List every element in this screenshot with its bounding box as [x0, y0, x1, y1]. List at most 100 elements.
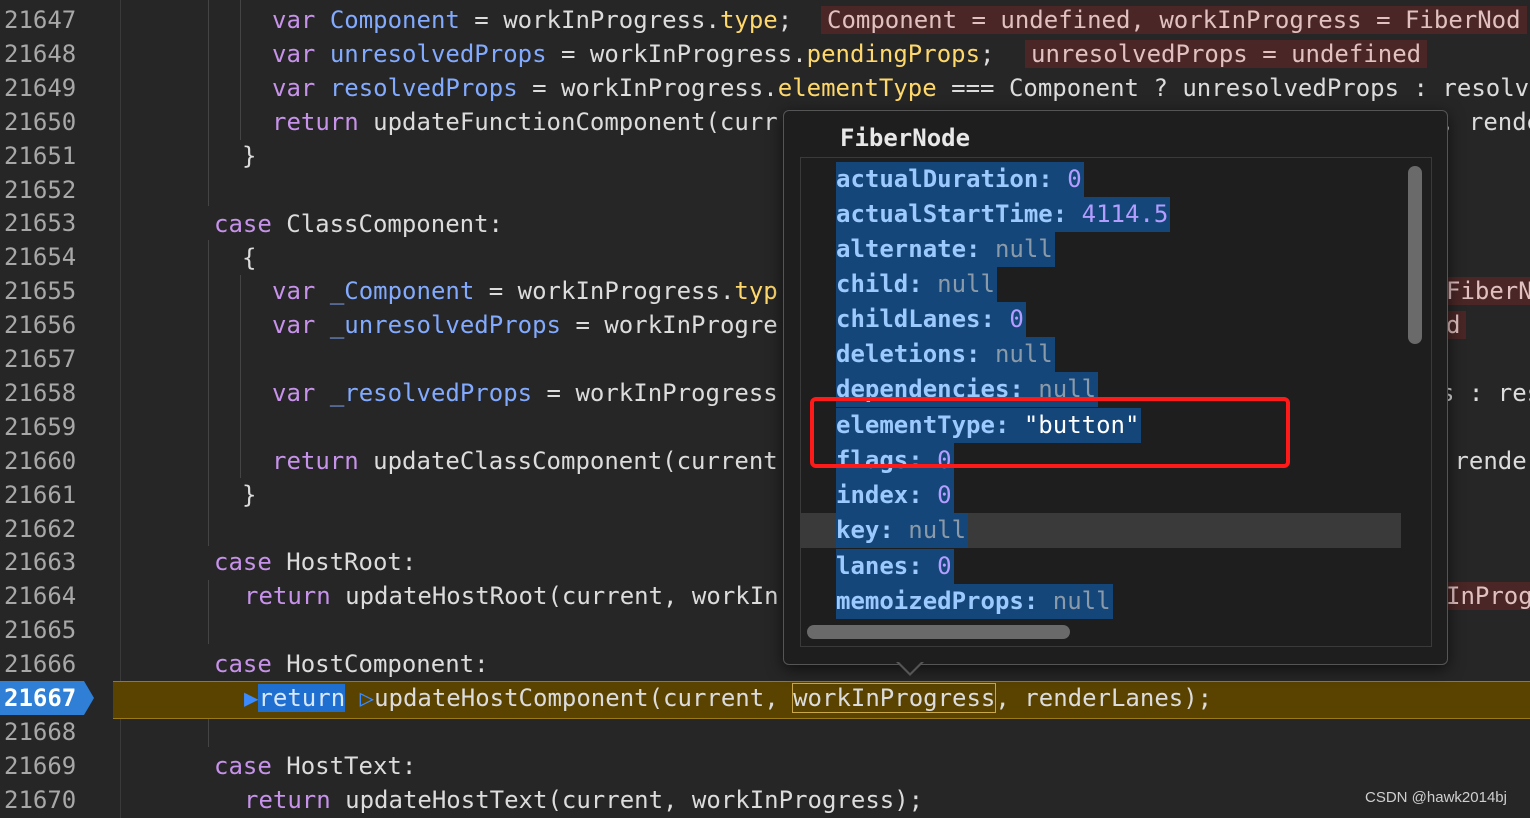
code-line-21650: return updateFunctionComponent(curr: [272, 105, 778, 139]
property-value: 0: [1009, 305, 1024, 333]
code-line-21669: case HostText:: [214, 749, 416, 783]
horizontal-scrollbar[interactable]: [807, 625, 1070, 639]
popup-title: FiberNode: [840, 124, 971, 152]
line-number[interactable]: 21666: [0, 647, 86, 681]
code-text: updateHostText(current, workInProgress);: [330, 786, 924, 814]
identifier: unresolvedProps: [329, 40, 547, 68]
line-number[interactable]: 21652: [0, 173, 86, 207]
property-row-memoizedProps[interactable]: memoizedProps: null: [801, 584, 1401, 619]
property-key: childLanes: [836, 305, 981, 333]
property-value: null: [937, 270, 995, 298]
line-number[interactable]: 21658: [0, 376, 86, 410]
inline-value-21647: Component = undefined, workInProgress = …: [821, 3, 1527, 37]
line-number[interactable]: 21647: [0, 3, 86, 37]
property-separator: :: [908, 270, 938, 298]
line-number[interactable]: 21664: [0, 579, 86, 613]
property-row-childLanes[interactable]: childLanes: 0: [801, 302, 1401, 337]
property-value: 0: [937, 481, 952, 509]
indent-guide: [208, 717, 209, 747]
line-number[interactable]: 21653: [0, 206, 86, 240]
property-key: lanes: [836, 552, 909, 580]
property-text: child: null: [836, 267, 997, 302]
keyword: case: [214, 650, 272, 678]
code-text: updateFunctionComponent(curr: [358, 108, 778, 136]
property-row-lanes[interactable]: lanes: 0: [801, 549, 1401, 584]
line-number[interactable]: 21668: [0, 715, 86, 749]
line-number[interactable]: 21660: [0, 444, 86, 478]
code-text: = workInProgress.: [546, 40, 807, 68]
watermark: CSDN @hawk2014bj: [1365, 789, 1507, 806]
line-number[interactable]: 21665: [0, 613, 86, 647]
property-key: key: [836, 516, 880, 544]
property-key: alternate: [836, 235, 967, 263]
code-text: HostRoot:: [271, 548, 417, 576]
property-key: actualDuration: [836, 165, 1039, 193]
code-text: {: [242, 244, 257, 272]
property-separator: :: [1023, 587, 1053, 615]
line-number[interactable]: 21669: [0, 749, 86, 783]
indent-guide: [240, 0, 241, 140]
property-row-key[interactable]: key: null: [801, 513, 1401, 548]
property-text: actualStartTime: 4114.5: [836, 197, 1171, 232]
indent-guide: [208, 240, 209, 546]
inline-value: Component = undefined, workInProgress = …: [821, 6, 1527, 34]
property-value: 0: [1067, 165, 1082, 193]
keyword: case: [214, 548, 272, 576]
code-text: HostComponent:: [271, 650, 489, 678]
code-text: = workInProgress: [532, 379, 778, 407]
code-text: render: [1454, 447, 1530, 475]
line-number[interactable]: 21659: [0, 410, 86, 444]
property-text: deletions: null: [836, 337, 1055, 372]
line-number[interactable]: 21649: [0, 71, 86, 105]
line-number[interactable]: 21654: [0, 240, 86, 274]
hovered-expression[interactable]: workInProgress: [792, 683, 997, 713]
line-number[interactable]: 21663: [0, 545, 86, 579]
keyword: return: [272, 447, 359, 475]
indent-guide: [208, 0, 209, 206]
property-row-alternate[interactable]: alternate: null: [801, 232, 1401, 267]
property-value: null: [994, 340, 1053, 368]
property-key: deletions: [836, 340, 967, 368]
property-text: memoizedProps: null: [836, 584, 1113, 619]
line-number[interactable]: 21670: [0, 783, 86, 817]
line-number[interactable]: 21655: [0, 274, 86, 308]
code-line-21653: case ClassComponent:: [214, 207, 503, 241]
code-text: }: [242, 481, 257, 509]
keyword: return: [272, 108, 359, 136]
code-text: = workInProgress.: [474, 277, 735, 305]
property-key: index: [836, 481, 909, 509]
code-text: = workInProgress.: [517, 74, 778, 102]
inline-value: unresolvedProps = undefined: [1025, 40, 1428, 68]
line-number[interactable]: 21651: [0, 139, 86, 173]
property-text: actualDuration: 0: [836, 162, 1084, 197]
keyword: case: [214, 752, 272, 780]
breakpoint-marker-icon[interactable]: ▶: [244, 684, 258, 712]
keyword: case: [214, 210, 272, 238]
line-number[interactable]: 21650: [0, 105, 86, 139]
code-text: ClassComponent:: [271, 210, 503, 238]
vertical-scrollbar[interactable]: [1408, 166, 1422, 344]
line-number[interactable]: 21662: [0, 512, 86, 546]
code-text: updateHostRoot(current, workIn: [330, 582, 779, 610]
property-row-actualDuration[interactable]: actualDuration: 0: [801, 162, 1401, 197]
line-number[interactable]: 21656: [0, 308, 86, 342]
property-row-index[interactable]: index: 0: [801, 478, 1401, 513]
keyword: var: [272, 6, 316, 34]
property-row-deletions[interactable]: deletions: null: [801, 337, 1401, 372]
code-text: s : res: [1440, 379, 1530, 407]
code-line-21655: var _Component = workInProgress.typ: [272, 274, 778, 308]
line-number[interactable]: 21661: [0, 478, 86, 512]
property-text: key: null: [836, 513, 969, 548]
code-text: }: [242, 142, 257, 170]
line-number[interactable]: 21648: [0, 37, 86, 71]
active-line-number[interactable]: 21667: [0, 681, 94, 715]
property: elementType: [777, 74, 937, 102]
line-number[interactable]: 21657: [0, 342, 86, 376]
code-line-21658-tail: s : res: [1440, 376, 1530, 410]
step-marker-icon[interactable]: ▷: [360, 684, 374, 712]
code-line-21654: {: [242, 241, 256, 275]
property-row-child[interactable]: child: null: [801, 267, 1401, 302]
identifier: _unresolvedProps: [329, 311, 561, 339]
code-line-21648: var unresolvedProps = workInProgress.pen…: [272, 37, 995, 71]
property-row-actualStartTime[interactable]: actualStartTime: 4114.5: [801, 197, 1401, 232]
